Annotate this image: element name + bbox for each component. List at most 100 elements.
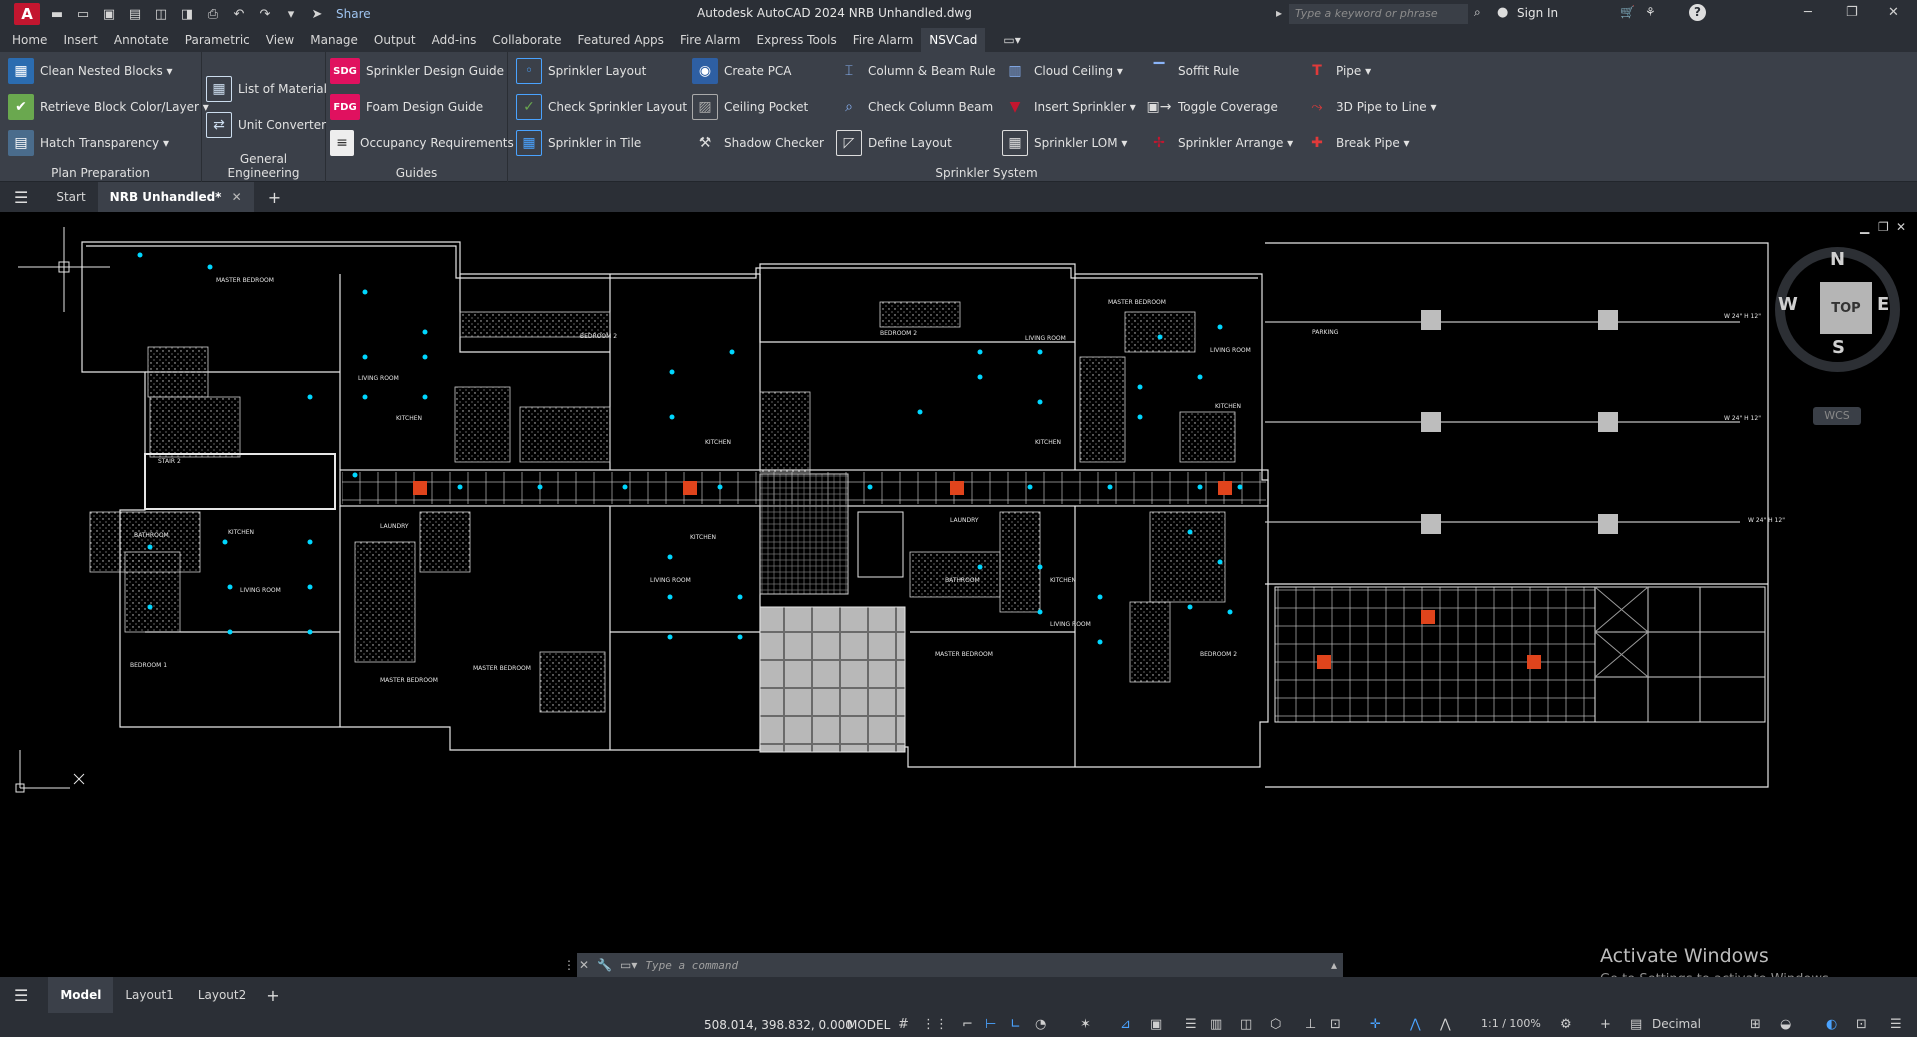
close-icon[interactable]: ✕	[1888, 5, 1899, 20]
command-input[interactable]: Type a command	[645, 959, 738, 972]
tab-model[interactable]: Model	[48, 977, 114, 1013]
list-of-material-button[interactable]: ▦ List of Material	[206, 76, 327, 102]
tab-insert[interactable]: Insert	[55, 28, 105, 52]
tab-nsvcad[interactable]: NSVCad	[921, 28, 986, 52]
cloud-ceiling-button[interactable]: ▥ Cloud Ceiling ▾	[1002, 58, 1123, 84]
save-web-icon[interactable]: ◨	[178, 5, 196, 23]
customize-qat-icon[interactable]: ▾	[282, 5, 300, 23]
check-column-beam-button[interactable]: ⌕ Check Column Beam	[836, 94, 993, 120]
tab-view[interactable]: View	[258, 28, 302, 52]
new-tab-icon[interactable]: +	[268, 188, 281, 207]
grid-icon[interactable]: #	[898, 1017, 909, 1032]
isolate-icon[interactable]: ◒	[1780, 1017, 1791, 1032]
search-input[interactable]: Type a keyword or phrase	[1289, 4, 1468, 24]
hardware-acceleration-icon[interactable]: ◐	[1826, 1017, 1837, 1032]
define-layout-button[interactable]: ◸ Define Layout	[836, 130, 952, 156]
tab-manage[interactable]: Manage	[302, 28, 366, 52]
panel-toggle-icon[interactable]: ▭▾	[1003, 33, 1020, 47]
customize-status-icon[interactable]: ☰	[1890, 1017, 1902, 1032]
occupancy-requirements-button[interactable]: ≡ Occupancy Requirements	[330, 130, 514, 156]
save-as-icon[interactable]: ▤	[126, 5, 144, 23]
unit-converter-button[interactable]: ⇄ Unit Converter	[206, 112, 326, 138]
add-layout-icon[interactable]: +	[266, 986, 279, 1005]
help-icon[interactable]: ?	[1689, 4, 1706, 21]
dynamic-input-icon[interactable]: ⊢	[985, 1017, 996, 1032]
exchange-icon[interactable]: ⚘	[1645, 5, 1656, 19]
undo-icon[interactable]: ↶	[230, 5, 248, 23]
share-icon[interactable]: ➤	[308, 5, 326, 23]
sprinkler-design-guide-button[interactable]: SDG Sprinkler Design Guide	[330, 58, 504, 84]
tab-add-ins[interactable]: Add-ins	[424, 28, 485, 52]
autocad-app-button[interactable]: A	[14, 3, 40, 25]
check-sprinkler-layout-button[interactable]: ✓ Check Sprinkler Layout	[516, 94, 687, 120]
menu-icon[interactable]: ☰	[14, 188, 28, 207]
column-beam-rule-button[interactable]: ⌶ Column & Beam Rule	[836, 58, 996, 84]
save-icon[interactable]: ▣	[100, 5, 118, 23]
soffit-rule-button[interactable]: ▔ Soffit Rule	[1146, 58, 1240, 84]
command-expand-icon[interactable]: ▴	[1331, 958, 1337, 972]
viewcube-east[interactable]: E	[1877, 294, 1889, 315]
pipe-to-line-button[interactable]: ⤳ 3D Pipe to Line ▾	[1304, 94, 1436, 120]
sprinkler-arrange-button[interactable]: ✢ Sprinkler Arrange ▾	[1146, 130, 1293, 156]
sprinkler-lom-button[interactable]: ▦ Sprinkler LOM ▾	[1002, 130, 1127, 156]
insert-sprinkler-button[interactable]: ▼ Insert Sprinkler ▾	[1002, 94, 1136, 120]
sprinkler-in-tile-button[interactable]: ▦ Sprinkler in Tile	[516, 130, 641, 156]
coordinate-readout[interactable]: 508.014, 398.832, 0.000	[704, 1018, 853, 1032]
model-space-button[interactable]: MODEL	[847, 1018, 890, 1032]
command-close-icon[interactable]: ✕	[579, 958, 589, 972]
command-line-grip-icon[interactable]: ⋮	[563, 958, 575, 972]
lineweight-icon[interactable]: ☰	[1185, 1017, 1197, 1032]
tab-fire-alarm-2[interactable]: Fire Alarm	[845, 28, 922, 52]
command-history-icon[interactable]: ▭▾	[620, 958, 637, 972]
command-customize-icon[interactable]: 🔧	[597, 958, 612, 972]
selection-cycling-icon[interactable]: ◫	[1240, 1017, 1252, 1032]
polar-icon[interactable]: ◔	[1035, 1017, 1046, 1032]
viewcube-west[interactable]: W	[1778, 294, 1798, 315]
3d-osnap-icon[interactable]: ⬡	[1270, 1017, 1281, 1032]
tab-start[interactable]: Start	[44, 182, 97, 212]
transparency-icon[interactable]: ▥	[1210, 1017, 1222, 1032]
sign-in-button[interactable]: Sign In	[1517, 6, 1558, 20]
toggle-coverage-button[interactable]: ▣→ Toggle Coverage	[1146, 94, 1278, 120]
annotation-scale[interactable]: 1:1 / 100%	[1481, 1017, 1541, 1030]
clean-screen-icon[interactable]: ⊡	[1856, 1017, 1867, 1032]
share-button[interactable]: Share	[336, 7, 371, 21]
command-line[interactable]: ⋮ ✕ 🔧 ▭▾ Type a command ▴	[563, 953, 1343, 977]
osnap-icon[interactable]: ▣	[1150, 1017, 1162, 1032]
wcs-menu[interactable]: WCS	[1813, 407, 1861, 425]
drawing-canvas[interactable]: STAIR 2 PARKING LIVING ROOM KITCHEN BEDR…	[0, 212, 1917, 977]
viewport-close-icon[interactable]: ✕	[1896, 220, 1906, 234]
close-tab-icon[interactable]: ✕	[232, 190, 242, 204]
search-arrow-icon[interactable]: ▸	[1276, 6, 1282, 20]
tab-layout2[interactable]: Layout2	[186, 977, 258, 1013]
ortho-icon[interactable]: ∟	[1010, 1017, 1021, 1032]
tab-home[interactable]: Home	[4, 28, 55, 52]
workspace-icon[interactable]: ⚙	[1560, 1017, 1572, 1032]
units-icon[interactable]: ▤	[1630, 1017, 1642, 1032]
gizmo-icon[interactable]: ✛	[1370, 1017, 1381, 1032]
annotation-monitor-icon[interactable]: +	[1600, 1017, 1611, 1032]
tab-drawing[interactable]: NRB Unhandled* ✕	[97, 182, 254, 212]
viewcube[interactable]: N S W E TOP	[1775, 247, 1900, 372]
sprinkler-layout-button[interactable]: ◦ Sprinkler Layout	[516, 58, 646, 84]
hatch-transparency-button[interactable]: ▤ Hatch Transparency ▾	[8, 130, 169, 156]
retrieve-block-color-button[interactable]: ✔ Retrieve Block Color/Layer ▾	[8, 94, 209, 120]
snap-icon[interactable]: ⋮⋮	[922, 1017, 948, 1032]
annotation-visibility-icon[interactable]: ⋀	[1410, 1017, 1421, 1032]
viewport-minimize-icon[interactable]: ▁	[1860, 220, 1869, 234]
tab-annotate[interactable]: Annotate	[106, 28, 177, 52]
tab-featured-apps[interactable]: Featured Apps	[569, 28, 671, 52]
isodraft-icon[interactable]: ✶	[1080, 1017, 1091, 1032]
new-icon[interactable]: ▬	[48, 5, 66, 23]
units-select[interactable]: Decimal	[1652, 1017, 1701, 1031]
break-pipe-button[interactable]: ✚ Break Pipe ▾	[1304, 130, 1409, 156]
selection-filter-icon[interactable]: ⊡	[1330, 1017, 1341, 1032]
infer-icon[interactable]: ⌐	[962, 1017, 973, 1032]
pipe-button[interactable]: T Pipe ▾	[1304, 58, 1371, 84]
tab-collaborate[interactable]: Collaborate	[484, 28, 569, 52]
restore-icon[interactable]: ❐	[1846, 5, 1858, 20]
open-icon[interactable]: ▭	[74, 5, 92, 23]
create-pca-button[interactable]: ◉ Create PCA	[692, 58, 792, 84]
redo-icon[interactable]: ↷	[256, 5, 274, 23]
foam-design-guide-button[interactable]: FDG Foam Design Guide	[330, 94, 483, 120]
